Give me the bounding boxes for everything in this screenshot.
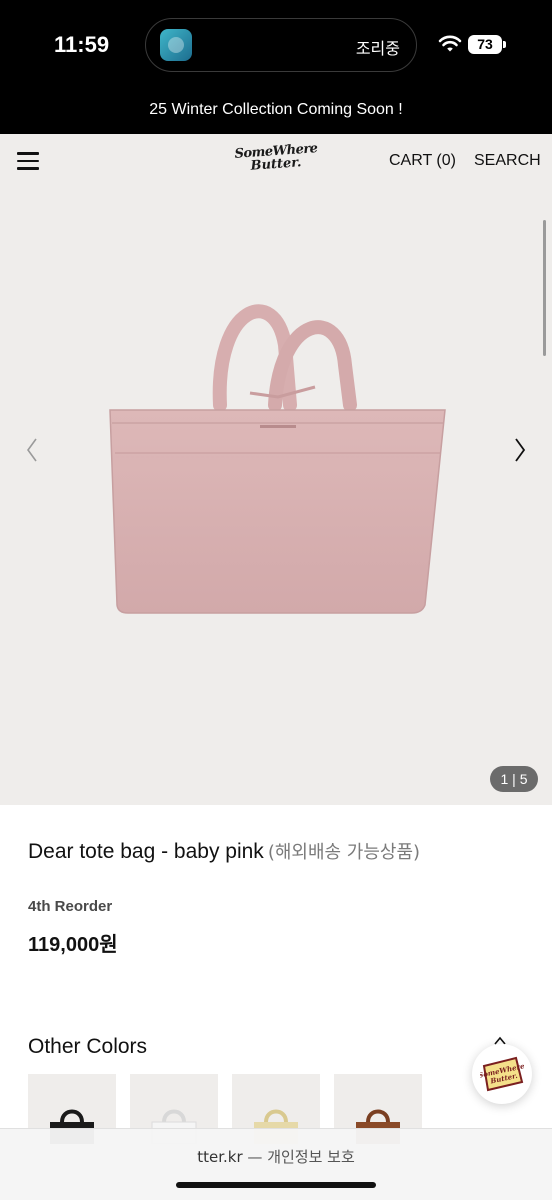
privacy-label: 개인정보 보호 [267, 1148, 355, 1166]
url-domain: tter.kr [197, 1148, 243, 1166]
product-name: Dear tote bag - baby pink [28, 840, 264, 863]
product-price: 119,000원 [28, 934, 118, 956]
url-display[interactable]: tter.kr — 개인정보 보호 [0, 1146, 552, 1167]
chevron-left-icon[interactable] [20, 435, 44, 465]
announcement-bar: 25 Winter Collection Coming Soon ! [0, 90, 552, 134]
brand-logo[interactable]: SomeWhere Butter. [230, 141, 322, 184]
site-header: SomeWhere Butter. CART (0) SEARCH [0, 134, 552, 190]
status-time: 11:59 [54, 32, 110, 57]
wifi-icon [438, 35, 462, 52]
butter-logo-icon: SomeWhere Butter. [480, 1056, 524, 1092]
home-indicator[interactable] [176, 1182, 376, 1188]
image-counter: 1 | 5 [490, 766, 538, 792]
dynamic-island[interactable]: 조리중 [145, 18, 417, 72]
chevron-right-icon[interactable] [508, 435, 532, 465]
scroll-indicator [543, 220, 546, 356]
island-label: 조리중 [355, 39, 400, 58]
cart-link[interactable]: CART (0) [389, 152, 456, 170]
battery-indicator: 73 [468, 35, 506, 54]
other-colors-heading: Other Colors [28, 1035, 148, 1058]
product-gallery[interactable]: 1 | 5 [0, 190, 552, 805]
status-bar: 11:59 조리중 73 [0, 0, 552, 90]
app-icon [160, 29, 192, 61]
product-title: Dear tote bag - baby pink (해외배송 가능상품) [28, 838, 420, 864]
hamburger-menu-icon[interactable] [17, 152, 39, 170]
browser-address-bar[interactable]: tter.kr — 개인정보 보호 [0, 1128, 552, 1200]
product-image [109, 304, 446, 614]
url-separator: — [242, 1148, 268, 1166]
product-subtitle: (해외배송 가능상품) [267, 842, 421, 863]
butter-chat-badge[interactable]: SomeWhere Butter. [472, 1044, 532, 1104]
search-link[interactable]: SEARCH [474, 152, 541, 170]
reorder-label: 4th Reorder [28, 898, 113, 915]
